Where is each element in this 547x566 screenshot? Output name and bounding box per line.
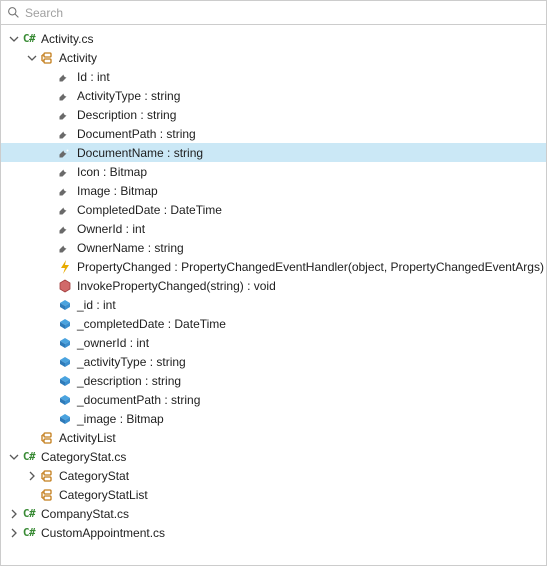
tree-row[interactable]: _description : string <box>1 371 546 390</box>
csharp-icon: C# <box>21 506 37 522</box>
tree-row[interactable]: InvokePropertyChanged(string) : void <box>1 276 546 295</box>
tree-row[interactable]: _documentPath : string <box>1 390 546 409</box>
tree-row[interactable]: DocumentPath : string <box>1 124 546 143</box>
field-icon <box>57 335 73 351</box>
property-icon <box>57 221 73 237</box>
tree-row[interactable]: DocumentName : string <box>1 143 546 162</box>
tree-item-label: DocumentName : string <box>76 146 203 160</box>
tree-item-label: _completedDate : DateTime <box>76 317 226 331</box>
chevron-down-icon[interactable] <box>7 450 21 464</box>
tree-item-label: Image : Bitmap <box>76 184 158 198</box>
object-tree: C#Activity.csActivityId : intActivityTyp… <box>1 25 546 565</box>
tree-row[interactable]: CategoryStat <box>1 466 546 485</box>
event-icon <box>57 259 73 275</box>
tree-row[interactable]: ActivityList <box>1 428 546 447</box>
tree-row[interactable]: _ownerId : int <box>1 333 546 352</box>
tree-item-label: Activity.cs <box>40 32 93 46</box>
tree-row[interactable]: _id : int <box>1 295 546 314</box>
tree-item-label: _activityType : string <box>76 355 186 369</box>
tree-row[interactable]: Id : int <box>1 67 546 86</box>
tree-row[interactable]: OwnerName : string <box>1 238 546 257</box>
class-icon <box>39 430 55 446</box>
tree-row[interactable]: Icon : Bitmap <box>1 162 546 181</box>
field-icon <box>57 354 73 370</box>
tree-item-label: CompanyStat.cs <box>40 507 129 521</box>
field-icon <box>57 297 73 313</box>
csharp-icon: C# <box>21 31 37 47</box>
property-icon <box>57 69 73 85</box>
property-icon <box>57 126 73 142</box>
tree-row[interactable]: Activity <box>1 48 546 67</box>
tree-item-label: CustomAppointment.cs <box>40 526 165 540</box>
chevron-down-icon[interactable] <box>25 51 39 65</box>
tree-item-label: ActivityType : string <box>76 89 180 103</box>
tree-item-label: Description : string <box>76 108 176 122</box>
tree-item-label: PropertyChanged : PropertyChangedEventHa… <box>76 260 544 274</box>
tree-row[interactable]: C#CategoryStat.cs <box>1 447 546 466</box>
search-icon <box>7 6 20 19</box>
property-icon <box>57 202 73 218</box>
tree-row[interactable]: C#CompanyStat.cs <box>1 504 546 523</box>
tree-item-label: _ownerId : int <box>76 336 149 350</box>
tree-item-label: Icon : Bitmap <box>76 165 147 179</box>
tree-item-label: ActivityList <box>58 431 116 445</box>
method-icon <box>57 278 73 294</box>
tree-row[interactable]: _activityType : string <box>1 352 546 371</box>
field-icon <box>57 392 73 408</box>
class-icon <box>39 468 55 484</box>
tree-item-label: InvokePropertyChanged(string) : void <box>76 279 276 293</box>
tree-row[interactable]: C#Activity.cs <box>1 29 546 48</box>
property-icon <box>57 164 73 180</box>
property-icon <box>57 183 73 199</box>
tree-item-label: OwnerId : int <box>76 222 145 236</box>
property-icon <box>57 107 73 123</box>
tree-item-label: _id : int <box>76 298 116 312</box>
tree-row[interactable]: Image : Bitmap <box>1 181 546 200</box>
tree-row[interactable]: CompletedDate : DateTime <box>1 200 546 219</box>
field-icon <box>57 411 73 427</box>
tree-row[interactable]: CategoryStatList <box>1 485 546 504</box>
tree-item-label: CompletedDate : DateTime <box>76 203 222 217</box>
tree-row[interactable]: PropertyChanged : PropertyChangedEventHa… <box>1 257 546 276</box>
field-icon <box>57 316 73 332</box>
property-icon <box>57 88 73 104</box>
tree-item-label: Id : int <box>76 70 110 84</box>
class-icon <box>39 487 55 503</box>
tree-item-label: Activity <box>58 51 97 65</box>
tree-item-label: _description : string <box>76 374 181 388</box>
csharp-icon: C# <box>21 525 37 541</box>
tree-row[interactable]: Description : string <box>1 105 546 124</box>
chevron-right-icon[interactable] <box>25 469 39 483</box>
property-icon <box>57 240 73 256</box>
tree-row[interactable]: _image : Bitmap <box>1 409 546 428</box>
tree-item-label: DocumentPath : string <box>76 127 196 141</box>
field-icon <box>57 373 73 389</box>
search-input[interactable] <box>25 6 540 20</box>
tree-item-label: CategoryStatList <box>58 488 148 502</box>
chevron-down-icon[interactable] <box>7 32 21 46</box>
search-bar <box>1 1 546 25</box>
tree-item-label: CategoryStat.cs <box>40 450 126 464</box>
class-icon <box>39 50 55 66</box>
tree-item-label: OwnerName : string <box>76 241 184 255</box>
chevron-right-icon[interactable] <box>7 526 21 540</box>
tree-row[interactable]: ActivityType : string <box>1 86 546 105</box>
tree-row[interactable]: OwnerId : int <box>1 219 546 238</box>
tree-row[interactable]: _completedDate : DateTime <box>1 314 546 333</box>
csharp-icon: C# <box>21 449 37 465</box>
chevron-right-icon[interactable] <box>7 507 21 521</box>
tree-item-label: _documentPath : string <box>76 393 200 407</box>
tree-item-label: _image : Bitmap <box>76 412 164 426</box>
tree-item-label: CategoryStat <box>58 469 129 483</box>
tree-row[interactable]: C#CustomAppointment.cs <box>1 523 546 542</box>
property-icon <box>57 145 73 161</box>
